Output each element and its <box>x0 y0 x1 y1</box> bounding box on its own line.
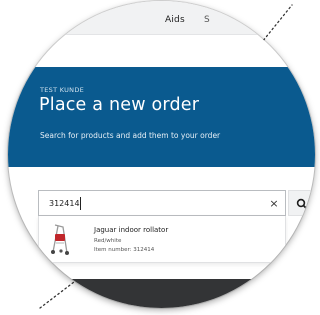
search-icon <box>296 198 308 210</box>
nav-item-aids[interactable]: Aids <box>165 15 185 25</box>
magnifier-lens: Aids S TEST KUNDE Place a new order Sear… <box>8 1 315 308</box>
page-header: TEST KUNDE Place a new order Search for … <box>8 67 315 167</box>
top-navigation: Aids S <box>8 1 315 35</box>
search-input-value: 312414 <box>49 199 80 208</box>
search-input[interactable]: 312414 × <box>38 190 286 216</box>
nav-item-partial[interactable]: S <box>204 15 210 25</box>
product-color: Red/white <box>94 238 122 244</box>
dark-content-band <box>8 279 315 308</box>
product-item-number: Item number: 312414 <box>94 247 155 253</box>
text-caret <box>80 197 81 210</box>
product-name: Jaguar indoor rollator <box>94 226 169 234</box>
rollator-product-image <box>51 224 69 255</box>
clear-search-button[interactable]: × <box>266 195 282 213</box>
search-results-dropdown: Jaguar indoor rollator Red/white Item nu… <box>38 216 286 263</box>
page-title: Place a new order <box>39 95 200 115</box>
customer-label: TEST KUNDE <box>40 86 85 94</box>
product-search: 312414 × <box>38 190 315 216</box>
page-subtitle: Search for products and add them to your… <box>40 131 221 140</box>
search-button[interactable] <box>288 190 315 216</box>
